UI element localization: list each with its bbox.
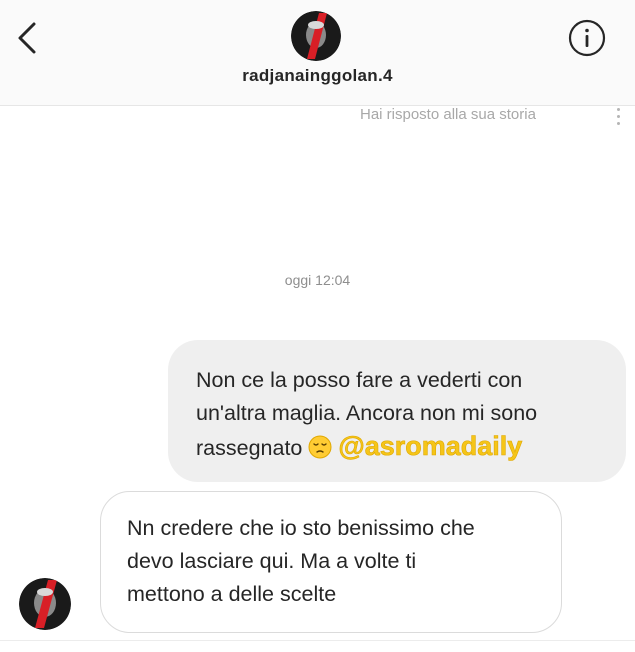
info-button[interactable] (567, 18, 607, 58)
story-reply-note: Hai risposto alla sua storia (360, 106, 536, 123)
message-line-with-tag: rassegnato @asromadaily (196, 430, 606, 469)
composer-divider (0, 640, 635, 652)
contact-username[interactable]: radjanainggolan.4 (0, 66, 635, 86)
chevron-left-icon (18, 22, 36, 54)
sender-avatar[interactable] (19, 578, 71, 630)
message-timestamp: oggi 12:04 (284, 272, 351, 288)
received-message-bubble[interactable]: Nn credere che io sto benissimo che devo… (100, 491, 562, 633)
contact-avatar[interactable] (291, 11, 341, 61)
back-button[interactable] (14, 18, 44, 58)
message-line: devo lasciare qui. Ma a volte ti (127, 549, 417, 573)
info-circle-icon (568, 19, 606, 57)
message-line: Nn credere che io sto benissimo che (127, 516, 475, 540)
sent-message-bubble[interactable]: Non ce la posso fare a vederti con un'al… (168, 340, 626, 482)
message-line: un'altra maglia. Ancora non mi sono (196, 401, 538, 425)
more-options-icon[interactable] (614, 104, 622, 138)
pensive-face-icon (308, 435, 332, 469)
message-line: mettono a delle scelte (127, 582, 337, 606)
message-line: Non ce la posso fare a vederti con (196, 368, 523, 392)
chat-header: radjanainggolan.4 (0, 0, 635, 106)
watermark-tag: @asromadaily (338, 431, 523, 462)
message-line: rassegnato (196, 436, 303, 460)
